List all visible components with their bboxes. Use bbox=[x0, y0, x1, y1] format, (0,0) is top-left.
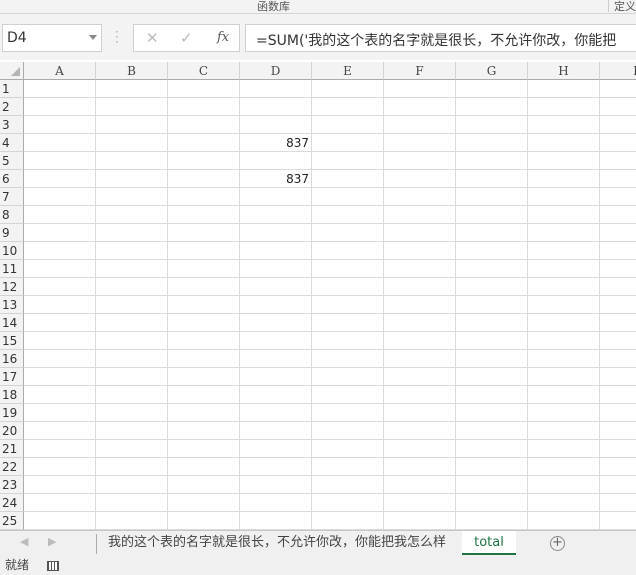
column-header-B[interactable]: B bbox=[96, 62, 168, 80]
name-box[interactable]: D4 bbox=[2, 24, 102, 52]
gridline bbox=[24, 385, 636, 386]
gridline bbox=[455, 80, 456, 530]
macro-record-icon[interactable] bbox=[47, 561, 59, 571]
cell-D4[interactable]: 837 bbox=[240, 134, 309, 152]
gridline bbox=[24, 169, 636, 170]
column-header-F[interactable]: F bbox=[384, 62, 456, 80]
next-sheet-icon[interactable]: ▶ bbox=[48, 535, 56, 548]
gridline bbox=[24, 97, 636, 98]
row-header-18[interactable]: 18 bbox=[0, 386, 24, 404]
tab-divider bbox=[96, 534, 97, 554]
gridline bbox=[24, 277, 636, 278]
row-header-15[interactable]: 15 bbox=[0, 332, 24, 350]
gridline bbox=[311, 80, 312, 530]
column-header-G[interactable]: G bbox=[456, 62, 528, 80]
ribbon-divider bbox=[608, 0, 609, 12]
row-header-24[interactable]: 24 bbox=[0, 494, 24, 512]
gridline bbox=[383, 80, 384, 530]
formula-buttons: ✕ ✓ fx bbox=[133, 24, 240, 52]
spreadsheet-grid[interactable]: A B C D E F G H I 1 2 3 4 5 6 7 8 9 10 11 12 13 14 15 16 17 18 19 20… bbox=[0, 62, 636, 530]
row-header-8[interactable]: 8 bbox=[0, 206, 24, 224]
ribbon: 函数库 定义 bbox=[0, 0, 636, 14]
prev-sheet-icon[interactable]: ◀ bbox=[20, 535, 28, 548]
gridline bbox=[527, 80, 528, 530]
row-header-16[interactable]: 16 bbox=[0, 350, 24, 368]
gridline bbox=[24, 439, 636, 440]
gridline bbox=[167, 80, 168, 530]
gridline bbox=[24, 457, 636, 458]
row-header-23[interactable]: 23 bbox=[0, 476, 24, 494]
gridline bbox=[24, 313, 636, 314]
row-header-2[interactable]: 2 bbox=[0, 98, 24, 116]
row-header-17[interactable]: 17 bbox=[0, 368, 24, 386]
column-header-H[interactable]: H bbox=[528, 62, 600, 80]
gridline bbox=[24, 259, 636, 260]
row-header-21[interactable]: 21 bbox=[0, 440, 24, 458]
gridline bbox=[24, 205, 636, 206]
row-header-13[interactable]: 13 bbox=[0, 296, 24, 314]
sheet-tab-total[interactable]: total bbox=[462, 531, 516, 555]
gridline bbox=[24, 133, 636, 134]
sheet-tab-bar: ◀ ▶ 我的这个表的名字就是很长，不允许你改，你能把我怎么样 total + bbox=[0, 530, 636, 556]
gridline bbox=[24, 511, 636, 512]
name-box-value: D4 bbox=[7, 30, 27, 46]
gridline bbox=[24, 403, 636, 404]
status-text: 就绪 bbox=[5, 558, 30, 572]
status-bar: 就绪 bbox=[0, 556, 636, 575]
formula-bar: D4 · · · ✕ ✓ fx =SUM('我的这个表的名字就是很长，不允许你改，你… bbox=[0, 14, 636, 60]
gridline bbox=[24, 475, 636, 476]
row-header-1[interactable]: 1 bbox=[0, 80, 24, 98]
gridline bbox=[24, 223, 636, 224]
sheet-tab-long-name[interactable]: 我的这个表的名字就是很长，不允许你改，你能把我怎么样 bbox=[98, 531, 456, 555]
gridline bbox=[24, 493, 636, 494]
row-header-19[interactable]: 19 bbox=[0, 404, 24, 422]
gridline bbox=[599, 80, 600, 530]
row-header-3[interactable]: 3 bbox=[0, 116, 24, 134]
drag-handle-icon[interactable]: · · · bbox=[115, 26, 119, 48]
gridline bbox=[24, 331, 636, 332]
row-header-6[interactable]: 6 bbox=[0, 170, 24, 188]
cancel-icon[interactable]: ✕ bbox=[146, 29, 159, 47]
gridline bbox=[24, 367, 636, 368]
insert-function-icon[interactable]: fx bbox=[217, 30, 229, 45]
formula-input[interactable]: =SUM('我的这个表的名字就是很长，不允许你改，你能把 bbox=[245, 24, 636, 52]
ribbon-group-function-library: 函数库 bbox=[257, 0, 290, 13]
column-header-I[interactable]: I bbox=[600, 62, 636, 80]
column-header-D[interactable]: D bbox=[240, 62, 312, 80]
row-header-14[interactable]: 14 bbox=[0, 314, 24, 332]
column-header-C[interactable]: C bbox=[168, 62, 240, 80]
cell-D6[interactable]: 837 bbox=[240, 170, 309, 188]
gridline bbox=[24, 241, 636, 242]
row-header-25[interactable]: 25 bbox=[0, 512, 24, 530]
select-all-button[interactable] bbox=[0, 62, 24, 80]
row-header-12[interactable]: 12 bbox=[0, 278, 24, 296]
row-header-20[interactable]: 20 bbox=[0, 422, 24, 440]
row-header-22[interactable]: 22 bbox=[0, 458, 24, 476]
chevron-down-icon[interactable] bbox=[89, 35, 97, 40]
ribbon-group-defined-names: 定义 bbox=[614, 0, 636, 13]
row-header-9[interactable]: 9 bbox=[0, 224, 24, 242]
row-header-4[interactable]: 4 bbox=[0, 134, 24, 152]
row-header-5[interactable]: 5 bbox=[0, 152, 24, 170]
row-header-11[interactable]: 11 bbox=[0, 260, 24, 278]
gridline bbox=[24, 295, 636, 296]
gridline bbox=[24, 151, 636, 152]
column-header-A[interactable]: A bbox=[24, 62, 96, 80]
row-header-7[interactable]: 7 bbox=[0, 188, 24, 206]
column-header-E[interactable]: E bbox=[312, 62, 384, 80]
enter-icon[interactable]: ✓ bbox=[180, 29, 193, 47]
row-header-10[interactable]: 10 bbox=[0, 242, 24, 260]
gridline bbox=[95, 80, 96, 530]
gridline bbox=[24, 421, 636, 422]
gridline bbox=[24, 187, 636, 188]
add-sheet-icon[interactable]: + bbox=[550, 536, 565, 551]
gridline bbox=[24, 115, 636, 116]
gridline bbox=[24, 349, 636, 350]
